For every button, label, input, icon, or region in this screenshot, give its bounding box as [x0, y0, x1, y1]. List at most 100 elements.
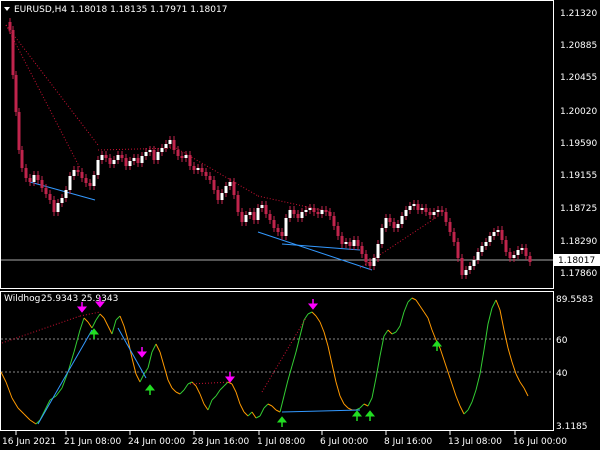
candle-body: [256, 208, 260, 220]
candle-body: [328, 212, 332, 216]
candle-body: [184, 155, 188, 158]
candle-body: [192, 166, 196, 170]
candle-body: [464, 270, 468, 275]
candle-body: [188, 155, 192, 166]
candle-body: [220, 193, 224, 200]
candle-body: [404, 210, 408, 216]
candle-body: [232, 182, 236, 195]
candle-body: [156, 152, 160, 160]
candle-body: [14, 75, 18, 112]
candle-body: [88, 183, 92, 186]
candle-body: [152, 150, 156, 160]
time-tick: 6 Jul 00:00: [320, 437, 369, 447]
price-tick: 1.18290: [560, 237, 597, 247]
price-tick: 1.20885: [560, 41, 597, 51]
candle-body: [512, 255, 516, 258]
indicator-values-label: 25.9343 25.9343: [41, 294, 118, 304]
price-tick: 1.21320: [560, 9, 597, 19]
candle-body: [420, 208, 424, 210]
candle-body: [296, 214, 300, 218]
candle-body: [172, 140, 176, 150]
price-tick: 1.18725: [560, 204, 597, 214]
candle-body: [92, 175, 96, 186]
candle-body: [160, 148, 164, 152]
current-price-label: 1.18017: [558, 256, 595, 266]
candle-body: [412, 204, 416, 206]
level-tick: 40: [556, 369, 568, 379]
candle-body: [200, 168, 204, 172]
candle-body: [196, 168, 200, 170]
candle-body: [248, 212, 252, 215]
time-tick: 28 Jun 16:00: [192, 437, 249, 447]
chart-window: EURUSD,H4 1.18018 1.18135 1.17971 1.1801…: [0, 0, 600, 450]
candle-body: [20, 150, 24, 168]
candle-body: [40, 180, 44, 188]
candle-body: [32, 175, 36, 182]
candle-body: [308, 208, 312, 210]
candle-body: [64, 190, 68, 198]
candle-body: [388, 218, 392, 222]
price-axis: 1.21320 1.20885 1.20455 1.20020 1.19590 …: [560, 9, 597, 279]
candle-body: [96, 160, 100, 175]
candle-body: [292, 210, 296, 214]
candle-body: [316, 212, 320, 214]
candle-body: [124, 158, 128, 166]
candle-body: [284, 218, 288, 236]
level-tick: 60: [556, 336, 568, 346]
candle-body: [224, 186, 228, 193]
time-tick: 16 Jun 2021: [2, 437, 56, 447]
candle-body: [216, 190, 220, 200]
candle-body: [384, 218, 388, 228]
candle-body: [168, 140, 172, 144]
candle-body: [164, 144, 168, 148]
candle-body: [496, 230, 500, 232]
candle-body: [76, 170, 80, 172]
time-tick: 13 Jul 08:00: [448, 437, 502, 447]
candle-body: [48, 194, 52, 200]
candle-body: [180, 156, 184, 158]
candle-body: [480, 246, 484, 252]
candle-body: [228, 182, 232, 186]
candle-body: [268, 214, 272, 220]
candle-body: [516, 250, 520, 255]
time-tick: 21 Jun 08:00: [64, 437, 121, 447]
candle-body: [208, 176, 212, 180]
time-tick: 16 Jul 00:00: [513, 437, 567, 447]
candle-body: [424, 208, 428, 212]
candle-body: [456, 242, 460, 258]
level-tick: 89.5583: [556, 295, 593, 305]
candle-body: [116, 155, 120, 160]
candle-body: [336, 226, 340, 236]
candle-body: [376, 244, 380, 258]
candle-body: [264, 205, 268, 214]
candle-body: [344, 242, 348, 244]
candle-body: [528, 256, 532, 262]
candle-body: [400, 216, 404, 224]
indicator-name-label: Wildhog: [4, 294, 40, 304]
candle-body: [436, 210, 440, 212]
candle-body: [136, 158, 140, 163]
ohlc-label: 1.18018 1.18135 1.17971 1.18017: [70, 5, 227, 15]
candle-body: [352, 240, 356, 246]
candle-body: [300, 212, 304, 218]
candle-body: [492, 232, 496, 236]
candle-body: [504, 240, 508, 252]
candle-body: [324, 210, 328, 212]
candle-body: [276, 228, 280, 232]
candle-body: [392, 222, 396, 228]
candle-body: [204, 172, 208, 176]
candle-body: [212, 180, 216, 190]
candle-body: [28, 178, 32, 182]
symbol-label: EURUSD,H4: [14, 5, 67, 15]
time-tick: 8 Jul 16:00: [384, 437, 433, 447]
candle-body: [360, 246, 364, 254]
candle-body: [104, 155, 108, 158]
candle-body: [260, 205, 264, 208]
candle-body: [112, 160, 116, 164]
price-tick: 1.19155: [560, 171, 597, 181]
candle-body: [144, 152, 148, 156]
candle-body: [380, 228, 384, 244]
candle-body: [252, 212, 256, 220]
candle-body: [368, 262, 372, 266]
candle-body: [68, 176, 72, 190]
